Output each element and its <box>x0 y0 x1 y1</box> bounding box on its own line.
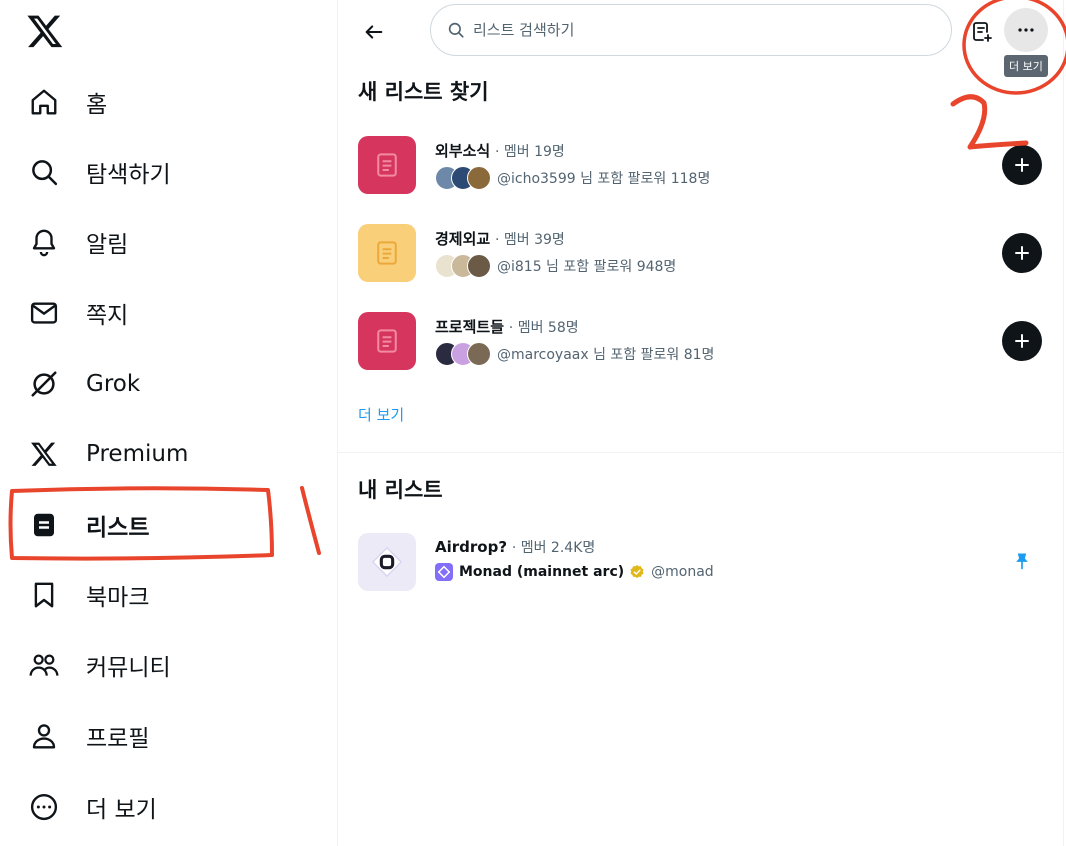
plus-icon <box>1015 246 1029 260</box>
sidebar-item-label: 북마크 <box>86 585 150 611</box>
create-list-button[interactable] <box>962 12 1002 52</box>
sidebar-item-more[interactable]: 더 보기 <box>24 780 157 834</box>
sidebar-item-label: 쪽지 <box>86 303 129 329</box>
bookmark-icon <box>24 575 64 615</box>
list-member-count: · 멤버 58명 <box>508 320 579 336</box>
my-lists-title: 내 리스트 <box>358 478 443 502</box>
lists-main-panel: 더 보기 새 리스트 찾기 외부소식 · 멤버 19명 @icho3599 님 … <box>338 0 1064 846</box>
sidebar-item-label: 알림 <box>86 232 129 258</box>
sidebar-item-bookmarks[interactable]: 북마크 <box>24 568 149 622</box>
list-member-count: · 멤버 2.4K명 <box>511 540 596 556</box>
more-horizontal-icon <box>1018 28 1034 32</box>
more-tooltip: 더 보기 <box>1004 55 1048 77</box>
section-divider <box>338 452 1064 453</box>
search-lists-input[interactable] <box>473 21 893 39</box>
sidebar-item-profile[interactable]: 프로필 <box>24 709 149 763</box>
list-thumbnail <box>358 224 416 282</box>
list-thumbnail <box>358 533 416 591</box>
sidebar-item-grok[interactable]: Grok <box>24 357 140 411</box>
pin-list-button[interactable] <box>1008 547 1036 575</box>
list-thumbnail <box>358 312 416 370</box>
monad-logo-icon <box>437 565 451 579</box>
sidebar-item-label: 탐색하기 <box>86 162 171 188</box>
discover-lists-title: 새 리스트 찾기 <box>358 80 489 104</box>
list-document-icon <box>377 329 397 353</box>
x-logo-icon[interactable] <box>26 12 64 50</box>
grok-icon <box>24 364 64 404</box>
follow-list-button[interactable] <box>1002 145 1042 185</box>
sidebar-item-notifications[interactable]: 알림 <box>24 215 128 269</box>
list-icon <box>24 505 64 545</box>
list-followers-text: @i815 님 포함 팔로워 948명 <box>497 259 677 275</box>
sidebar-item-label: 홈 <box>86 92 108 118</box>
sidebar-item-home[interactable]: 홈 <box>24 75 107 129</box>
pin-icon <box>1016 553 1028 570</box>
sidebar-item-label: 리스트 <box>86 515 150 541</box>
follower-avatars <box>435 254 491 278</box>
list-document-icon <box>377 241 397 265</box>
avatar <box>467 166 491 190</box>
avatar <box>467 342 491 366</box>
sidebar-item-label: Premium <box>86 441 189 467</box>
home-icon <box>24 82 64 122</box>
owner-name[interactable]: Monad (mainnet arc) <box>459 564 624 580</box>
verified-badge-icon <box>630 565 644 579</box>
list-name[interactable]: Airdrop? <box>435 538 507 556</box>
list-item[interactable]: 외부소식 · 멤버 19명 @icho3599 님 포함 팔로워 118명 <box>358 136 1044 198</box>
search-icon <box>448 22 464 38</box>
sidebar-item-explore[interactable]: 탐색하기 <box>24 145 171 199</box>
new-list-icon <box>973 22 992 42</box>
list-thumbnail <box>358 136 416 194</box>
list-item[interactable]: 프로젝트들 · 멤버 58명 @marcoyaax 님 포함 팔로워 81명 <box>358 312 1044 374</box>
list-name[interactable]: 프로젝트들 <box>435 318 504 336</box>
sidebar-item-lists[interactable]: 리스트 <box>24 498 149 552</box>
list-name[interactable]: 경제외교 <box>435 230 490 248</box>
community-icon <box>24 645 64 685</box>
search-icon <box>24 152 64 192</box>
sidebar-item-label: 더 보기 <box>86 797 157 823</box>
follow-list-button[interactable] <box>1002 321 1042 361</box>
bell-icon <box>24 222 64 262</box>
sidebar-item-label: 커뮤니티 <box>86 655 171 681</box>
arrow-left-icon <box>365 25 383 39</box>
plus-icon <box>1015 334 1029 348</box>
sidebar: 홈 탐색하기 알림 쪽지 Grok Premium 리스트 북마크 커뮤니티 프… <box>0 0 338 846</box>
list-member-count: · 멤버 39명 <box>494 232 565 248</box>
profile-icon <box>24 716 64 756</box>
back-button[interactable] <box>354 12 394 52</box>
sidebar-item-premium[interactable]: Premium <box>24 427 188 481</box>
more-options-button[interactable] <box>1004 8 1048 52</box>
owner-avatar <box>435 563 453 581</box>
more-circle-icon <box>24 787 64 827</box>
follower-avatars <box>435 166 491 190</box>
sidebar-item-messages[interactable]: 쪽지 <box>24 286 128 340</box>
sidebar-item-label: Grok <box>86 371 141 397</box>
list-followers-text: @marcoyaax 님 포함 팔로워 81명 <box>497 347 715 363</box>
plus-icon <box>1015 158 1029 172</box>
list-item[interactable]: 경제외교 · 멤버 39명 @i815 님 포함 팔로워 948명 <box>358 224 1044 286</box>
sidebar-item-label: 프로필 <box>86 726 150 752</box>
follow-list-button[interactable] <box>1002 233 1042 273</box>
avatar <box>467 254 491 278</box>
list-name[interactable]: 외부소식 <box>435 142 490 160</box>
list-document-icon <box>377 153 397 177</box>
owner-handle: @monad <box>651 564 714 580</box>
search-lists-box[interactable] <box>430 4 952 56</box>
show-more-link[interactable]: 더 보기 <box>358 404 404 425</box>
x-logo-icon <box>24 434 64 474</box>
mail-icon <box>24 293 64 333</box>
list-followers-text: @icho3599 님 포함 팔로워 118명 <box>497 171 711 187</box>
monad-logo-icon <box>371 546 403 578</box>
list-member-count: · 멤버 19명 <box>494 144 565 160</box>
list-item[interactable]: Airdrop? · 멤버 2.4K명 Monad (mainnet arc) … <box>358 533 1044 595</box>
follower-avatars <box>435 342 491 366</box>
sidebar-item-communities[interactable]: 커뮤니티 <box>24 638 171 692</box>
